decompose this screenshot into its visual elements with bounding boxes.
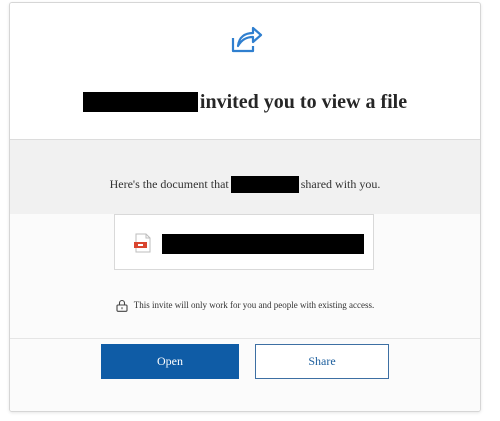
redacted-file-name <box>162 234 364 254</box>
shared-file-link[interactable] <box>114 214 374 270</box>
invite-headline: invited you to view a file <box>10 87 480 117</box>
share-message: Here's the document that shared with you… <box>10 176 480 193</box>
actions-divider <box>10 338 480 339</box>
message-section: Here's the document that shared with you… <box>10 140 480 214</box>
access-notice: This invite will only work for you and p… <box>10 296 480 314</box>
headline-text: invited you to view a file <box>199 90 408 113</box>
header-section: invited you to view a file <box>10 3 480 139</box>
redacted-sender-name <box>82 92 198 112</box>
pdf-file-icon <box>134 233 151 253</box>
message-before: Here's the document that <box>109 177 229 191</box>
share-arrow-icon <box>231 26 263 53</box>
lock-icon <box>116 299 128 312</box>
share-button[interactable]: Share <box>255 344 389 379</box>
open-button[interactable]: Open <box>101 344 239 379</box>
redacted-sender-name-inline <box>230 176 299 193</box>
access-notice-text: This invite will only work for you and p… <box>133 300 375 310</box>
invite-card: invited you to view a file Here's the do… <box>9 2 481 412</box>
message-after: shared with you. <box>300 177 381 191</box>
file-section: This invite will only work for you and p… <box>10 214 480 411</box>
